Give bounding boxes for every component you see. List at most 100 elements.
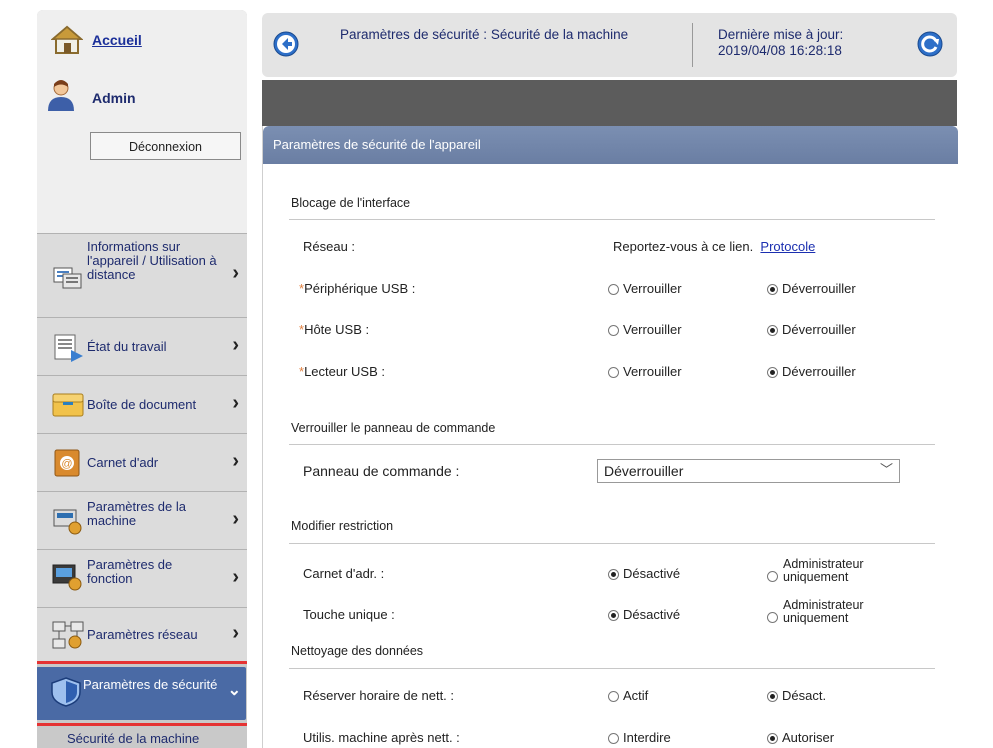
sidebar-item-label: État du travail xyxy=(87,339,167,354)
usb-host-lock-radio[interactable]: Verrouiller xyxy=(608,322,682,337)
address-book-admin-label: Administrateur uniquement xyxy=(783,558,864,584)
back-arrow-icon[interactable] xyxy=(273,31,299,57)
one-touch-admin-label: Administrateur uniquement xyxy=(783,599,864,625)
cleaning-schedule-active-radio[interactable]: Actif xyxy=(608,688,648,703)
cleaning-schedule-label: Réserver horaire de nett. : xyxy=(303,688,455,703)
usb-device-lock-radio[interactable]: Verrouiller xyxy=(608,281,682,296)
chevron-right-icon: › xyxy=(232,508,239,530)
usb-host-label-text: Hôte USB : xyxy=(304,322,370,337)
control-panel-label: Panneau de commande : xyxy=(303,463,460,479)
radio-label: Verrouiller xyxy=(623,364,682,379)
usb-device-label-text: Périphérique USB : xyxy=(304,281,416,296)
machine-settings-icon xyxy=(53,509,82,535)
control-panel-select[interactable]: Déverrouiller ﹀ xyxy=(597,459,900,483)
radio-checked-icon xyxy=(608,569,619,580)
one-touch-restriction-label: Touche unique : xyxy=(303,607,395,622)
sidebar-item-label: Boîte de document xyxy=(87,397,197,412)
one-touch-disabled-radio[interactable]: Désactivé xyxy=(608,607,680,622)
machine-use-allow-radio[interactable]: Autoriser xyxy=(767,730,834,745)
section-divider xyxy=(289,668,935,669)
sidebar-item-machine-settings[interactable]: Paramètres de la machine › xyxy=(37,491,247,549)
network-reference: Reportez-vous à ce lien. Protocole xyxy=(613,239,815,254)
app-window: Accueil Admin Déconnexion Informations s… xyxy=(0,0,993,748)
logout-button[interactable]: Déconnexion xyxy=(90,132,241,160)
sidebar-item-device-info[interactable]: Informations sur l'appareil / Utilisatio… xyxy=(37,233,247,317)
header-divider xyxy=(692,23,693,67)
sidebar-item-job-status[interactable]: État du travail › xyxy=(37,317,247,375)
protocol-link[interactable]: Protocole xyxy=(760,239,815,254)
radio-label: Désactivé xyxy=(623,607,681,622)
sidebar-item-address-book[interactable]: @ Carnet d'adr › xyxy=(37,433,247,491)
last-update-label: Dernière mise à jour: xyxy=(718,27,844,42)
usb-reader-unlock-radio[interactable]: Déverrouiller xyxy=(767,364,856,379)
usb-host-label: *Hôte USB : xyxy=(299,322,369,337)
radio-checked-icon xyxy=(767,691,778,702)
sidebar-item-label: Informations sur l'appareil / Utilisatio… xyxy=(87,239,217,282)
one-touch-admin-radio[interactable] xyxy=(767,609,782,624)
radio-unchecked-icon xyxy=(608,691,619,702)
address-book-admin-radio[interactable] xyxy=(767,568,782,583)
page-title: Paramètres de sécurité : Sécurité de la … xyxy=(340,27,629,42)
radio-unchecked-icon xyxy=(767,612,778,623)
section-divider xyxy=(289,543,935,544)
panel-title: Paramètres de sécurité de l'appareil xyxy=(273,137,481,152)
cleaning-schedule-inactive-radio[interactable]: Désact. xyxy=(767,688,826,703)
radio-checked-icon xyxy=(767,367,778,378)
section-title-cleaning: Nettoyage des données xyxy=(291,644,424,658)
control-panel-select-value: Déverrouiller xyxy=(604,463,684,479)
usb-device-label: *Périphérique USB : xyxy=(299,281,415,296)
usb-reader-lock-radio[interactable]: Verrouiller xyxy=(608,364,682,379)
chevron-right-icon: › xyxy=(232,392,239,414)
document-box-icon xyxy=(52,393,84,417)
radio-label: Déverrouiller xyxy=(782,281,856,296)
user-avatar-icon xyxy=(48,80,74,111)
radio-unchecked-icon xyxy=(608,325,619,336)
radio-unchecked-icon xyxy=(608,284,619,295)
radio-label-line1: Administrateur xyxy=(783,557,864,571)
panel-header: Paramètres de sécurité de l'appareil xyxy=(263,126,958,164)
sidebar: Accueil Admin Déconnexion Informations s… xyxy=(37,10,247,748)
function-settings-icon xyxy=(52,564,82,591)
sidebar-item-label: Carnet d'adr xyxy=(87,455,159,470)
radio-unchecked-icon xyxy=(767,571,778,582)
radio-label: Autoriser xyxy=(782,730,835,745)
radio-label: Déverrouiller xyxy=(782,322,856,337)
radio-label-line1: Administrateur xyxy=(783,598,864,612)
chevron-right-icon: › xyxy=(232,622,239,644)
radio-label-line2: uniquement xyxy=(783,611,849,625)
address-book-disabled-radio[interactable]: Désactivé xyxy=(608,566,680,581)
sidebar-item-document-box[interactable]: Boîte de document › xyxy=(37,375,247,433)
chevron-right-icon: › xyxy=(232,334,239,356)
section-title-lock-panel: Verrouiller le panneau de commande xyxy=(291,421,496,435)
svg-text:@: @ xyxy=(61,458,72,470)
machine-use-forbid-radio[interactable]: Interdire xyxy=(608,730,671,745)
usb-reader-label: *Lecteur USB : xyxy=(299,364,385,379)
network-reference-text: Reportez-vous à ce lien. xyxy=(613,239,754,254)
chevron-right-icon: › xyxy=(232,566,239,588)
device-info-icon xyxy=(53,267,82,289)
user-name: Admin xyxy=(92,90,136,106)
radio-checked-icon xyxy=(767,284,778,295)
chevron-down-icon: ⌄ xyxy=(227,682,241,699)
sidebar-item-label: Paramètres de fonction xyxy=(87,557,173,586)
usb-device-unlock-radio[interactable]: Déverrouiller xyxy=(767,281,856,296)
sidebar-item-network-settings[interactable]: Paramètres réseau › xyxy=(37,607,247,661)
address-book-icon: @ xyxy=(54,449,80,477)
radio-checked-icon xyxy=(608,610,619,621)
radio-label: Déverrouiller xyxy=(782,364,856,379)
security-shield-icon xyxy=(51,677,81,707)
usb-host-unlock-radio[interactable]: Déverrouiller xyxy=(767,322,856,337)
home-icon[interactable] xyxy=(51,24,83,56)
radio-label: Désact. xyxy=(782,688,827,703)
machine-use-after-cleaning-label: Utilis. machine après nett. : xyxy=(303,730,460,745)
settings-panel: Paramètres de sécurité de l'appareil Blo… xyxy=(262,126,958,748)
radio-label: Actif xyxy=(623,688,649,703)
sidebar-subitem-machine-security[interactable]: Sécurité de la machine xyxy=(67,731,199,746)
radio-label: Désactivé xyxy=(623,566,681,581)
refresh-icon[interactable] xyxy=(917,31,943,57)
radio-checked-icon xyxy=(767,733,778,744)
home-link[interactable]: Accueil xyxy=(92,32,142,48)
sidebar-item-function-settings[interactable]: Paramètres de fonction › xyxy=(37,549,247,607)
sidebar-item-security[interactable]: Paramètres de sécurité ⌄ xyxy=(37,661,247,726)
radio-label-line2: uniquement xyxy=(783,570,849,584)
